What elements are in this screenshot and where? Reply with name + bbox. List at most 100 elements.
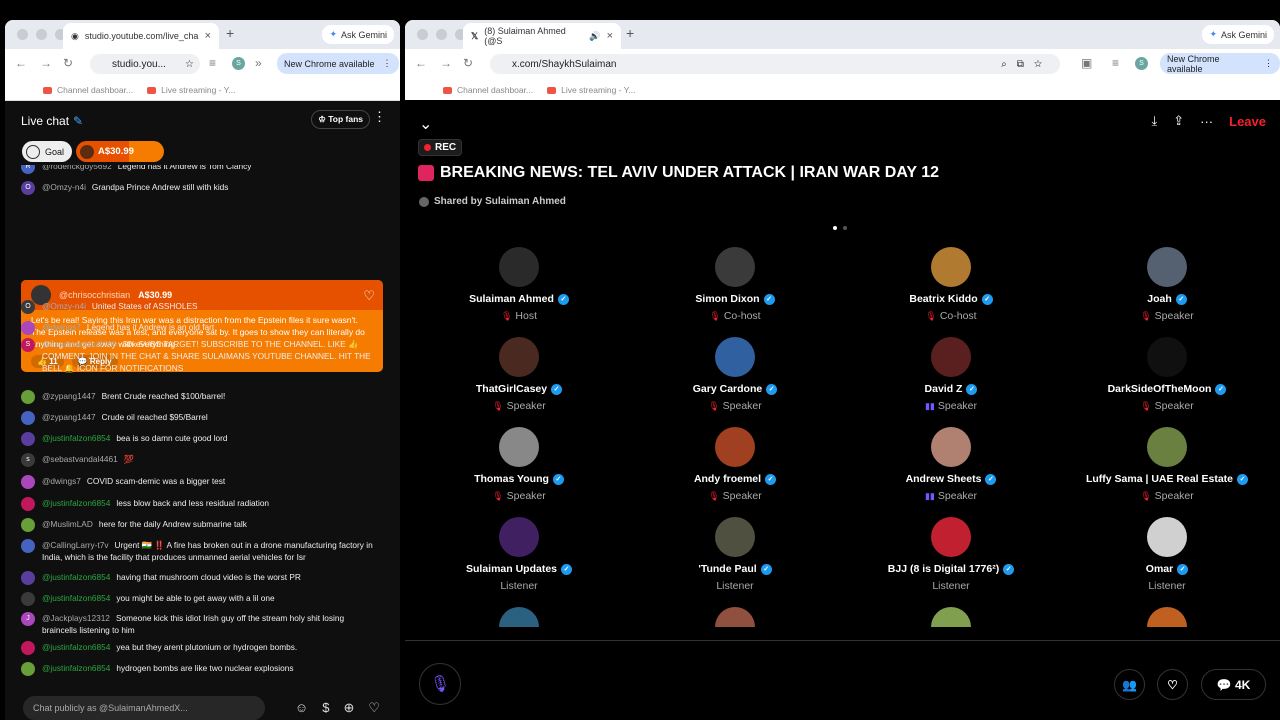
- chat-message[interactable]: R @roderickgoy5692 Legend has it Andrew is…: [21, 165, 381, 174]
- new-chrome-button[interactable]: New Chrome available ⋮: [277, 53, 399, 74]
- chat-message[interactable]: @zypang1447 Crude oil reached $95/Barrel: [21, 411, 381, 425]
- chat-message[interactable]: @justinfalzon6854 hydrogen bombs are like…: [21, 662, 381, 676]
- url-field[interactable]: studio.you... ☆: [90, 54, 200, 74]
- ask-gemini-button[interactable]: ✦ Ask Gemini: [1202, 25, 1274, 44]
- bookmark-item[interactable]: Live streaming - Y...: [547, 85, 635, 95]
- chat-username[interactable]: @justinfalzon6854: [42, 663, 110, 673]
- superchat-icon[interactable]: $: [322, 700, 329, 716]
- tab-x[interactable]: 𝕏 (8) Sulaiman Ahmed (@S 🔊 ×: [463, 23, 621, 49]
- new-tab-button[interactable]: +: [226, 25, 234, 41]
- chat-message[interactable]: @dwings7 Legend has it Andrew is an old f…: [21, 321, 381, 335]
- profile-avatar[interactable]: S: [1135, 57, 1148, 70]
- chat-username[interactable]: @dwings7: [42, 476, 81, 486]
- back-icon[interactable]: ←: [415, 56, 427, 70]
- reload-icon[interactable]: ↻: [63, 56, 73, 70]
- url-field[interactable]: x.com/ShaykhSulaiman ⌕⧉☆: [490, 54, 1060, 74]
- window-controls[interactable]: [17, 29, 66, 40]
- chat-message[interactable]: @justinfalzon6854 less blow back and less…: [21, 497, 381, 511]
- reload-icon[interactable]: ↻: [463, 56, 473, 70]
- participant-card[interactable]: BJJ (8 is Digital 1776²) ✓ Listener: [843, 517, 1059, 592]
- chat-message[interactable]: O @Omzy-n4i United States of ASSHOLES: [21, 300, 381, 314]
- profile-avatar[interactable]: S: [232, 57, 245, 70]
- mic-button[interactable]: 🎙: [419, 663, 461, 705]
- forward-icon[interactable]: →: [440, 56, 452, 70]
- chat-username[interactable]: @Omzy-n4i: [42, 182, 86, 192]
- collapse-chevron-icon[interactable]: ⌄: [419, 114, 432, 134]
- chat-message[interactable]: @zypang1447 Brent Crude reached $100/barr…: [21, 390, 381, 404]
- participant-card[interactable]: Thomas Young ✓ 🎙 Speaker: [411, 427, 627, 502]
- chat-username[interactable]: @justinfalzon6854: [42, 593, 110, 603]
- chat-username[interactable]: @justinfalzon6854: [42, 642, 110, 652]
- close-tab-icon[interactable]: ×: [607, 30, 613, 42]
- chat-message[interactable]: @CallingLarry-t7v Urgent 🇮🇳 ‼️ A fire has…: [21, 539, 381, 563]
- chat-username[interactable]: @justinfalzon6854: [42, 498, 110, 508]
- bookmark-item[interactable]: Live streaming - Y...: [147, 85, 235, 95]
- top-fans-button[interactable]: ♔ Top fans: [311, 110, 370, 129]
- participant-card[interactable]: Sulaiman Updates ✓ Listener: [411, 517, 627, 592]
- leave-button[interactable]: Leave: [1229, 114, 1266, 129]
- chat-message[interactable]: J @Jackplays12312 Someone kick this idiot …: [21, 612, 381, 636]
- participant-card[interactable]: ThatGirlCasey ✓ 🎙 Speaker: [411, 337, 627, 412]
- participant-card[interactable]: Sulaiman Ahmed ✓ 🎙 Host: [411, 247, 627, 322]
- chat-username[interactable]: @MuslimLAD: [42, 519, 93, 529]
- react-button[interactable]: ♡: [1157, 669, 1188, 700]
- participant-card[interactable]: DarkSideOfTheMoon ✓ 🎙 Speaker: [1059, 337, 1275, 412]
- menu-list-icon[interactable]: ≡: [209, 56, 216, 70]
- chat-messages[interactable]: @chrisocchristian A$30.99 ♡ Let's be rea…: [5, 165, 400, 695]
- extensions-icon[interactable]: »: [255, 56, 262, 70]
- participant-card[interactable]: Omar ✓ Listener: [1059, 517, 1275, 592]
- participant-card[interactable]: Andy froemel ✓ 🎙 Speaker: [627, 427, 843, 502]
- sidepanel-icon[interactable]: ▣: [1081, 56, 1092, 70]
- participant-card[interactable]: David Z ✓ ▮▮ Speaker: [843, 337, 1059, 412]
- chat-username[interactable]: @Jackplays12312: [42, 613, 110, 623]
- chat-username[interactable]: @justinfalzon6854: [42, 433, 110, 443]
- people-button[interactable]: 👥: [1114, 669, 1145, 700]
- ask-gemini-button[interactable]: ✦ Ask Gemini: [322, 25, 394, 44]
- more-icon[interactable]: ···: [1200, 114, 1213, 129]
- bookmark-item[interactable]: Channel dashboar...: [43, 85, 133, 95]
- emoji-icon[interactable]: ☺: [295, 700, 308, 716]
- add-icon[interactable]: ⊕: [343, 700, 354, 716]
- participant-card[interactable]: Luffy Sama | UAE Real Estate ✓ 🎙 Speaker: [1059, 427, 1275, 502]
- chat-message[interactable]: @justinfalzon6854 yea but they arent plut…: [21, 641, 381, 655]
- participant-card[interactable]: Andrew Sheets ✓ ▮▮ Speaker: [843, 427, 1059, 502]
- chat-message[interactable]: @justinfalzon6854 you might be able to ge…: [21, 592, 381, 606]
- star-icon[interactable]: ☆: [185, 59, 194, 70]
- participant-card[interactable]: Joah ✓ 🎙 Speaker: [1059, 247, 1275, 322]
- participant-card[interactable]: Simon Dixon ✓ 🎙 Co-host: [627, 247, 843, 322]
- chat-username[interactable]: @zypang1447: [42, 412, 96, 422]
- chat-input[interactable]: Chat publicly as @SulaimanAhmedX...: [23, 696, 265, 720]
- window-controls[interactable]: [417, 29, 466, 40]
- chat-username[interactable]: @CallingLarry-t7v: [42, 540, 109, 550]
- participant-card[interactable]: Gary Cardone ✓ 🎙 Speaker: [627, 337, 843, 412]
- chat-message[interactable]: s @sebastvandal4461 💯: [21, 453, 381, 467]
- menu-list-icon[interactable]: ≡: [1112, 56, 1119, 70]
- chat-message[interactable]: @MuslimLAD here for the daily Andrew subm…: [21, 518, 381, 532]
- participant-card[interactable]: Beatrix Kiddo ✓ 🎙 Co-host: [843, 247, 1059, 322]
- pinned-superchat-chip[interactable]: A$30.99: [76, 141, 164, 162]
- dock-icon[interactable]: ⤓: [1151, 113, 1157, 129]
- tab-youtube-studio[interactable]: ◉ studio.youtube.com/live_cha ×: [63, 23, 219, 49]
- chat-username[interactable]: @Omzy-n4i: [42, 301, 86, 311]
- chat-message[interactable]: S @saadmandhu9700 50k SUBS TARGET! SUBSCRI…: [21, 338, 381, 374]
- chat-message[interactable]: O @Omzy-n4i Grandpa Prince Andrew still wi…: [21, 181, 381, 195]
- chat-username[interactable]: @sebastvandal4461: [42, 454, 118, 464]
- chat-message[interactable]: @justinfalzon6854 having that mushroom cl…: [21, 571, 381, 585]
- heart-icon[interactable]: ♡: [368, 700, 380, 716]
- bookmark-item[interactable]: Channel dashboar...: [443, 85, 533, 95]
- chat-username[interactable]: @justinfalzon6854: [42, 572, 110, 582]
- chat-username[interactable]: @saadmandhu9700: [42, 339, 117, 349]
- chat-message[interactable]: @dwings7 COVID scam-demic was a bigger te…: [21, 475, 381, 489]
- comments-button[interactable]: 💬 4K: [1201, 669, 1266, 700]
- close-tab-icon[interactable]: ×: [205, 30, 211, 42]
- new-tab-button[interactable]: +: [626, 25, 634, 41]
- chat-username[interactable]: @zypang1447: [42, 391, 96, 401]
- chat-message[interactable]: @justinfalzon6854 bea is so damn cute goo…: [21, 432, 381, 446]
- participant-card[interactable]: 'Tunde Paul ✓ Listener: [627, 517, 843, 592]
- forward-icon[interactable]: →: [40, 56, 52, 70]
- chat-menu-icon[interactable]: ⋮: [373, 109, 386, 125]
- share-icon[interactable]: ⇪: [1173, 113, 1184, 129]
- chat-username[interactable]: @roderickgoy5692: [42, 165, 112, 171]
- new-chrome-button[interactable]: New Chrome available ⋮: [1160, 53, 1280, 74]
- goal-chip[interactable]: Goal: [22, 141, 73, 162]
